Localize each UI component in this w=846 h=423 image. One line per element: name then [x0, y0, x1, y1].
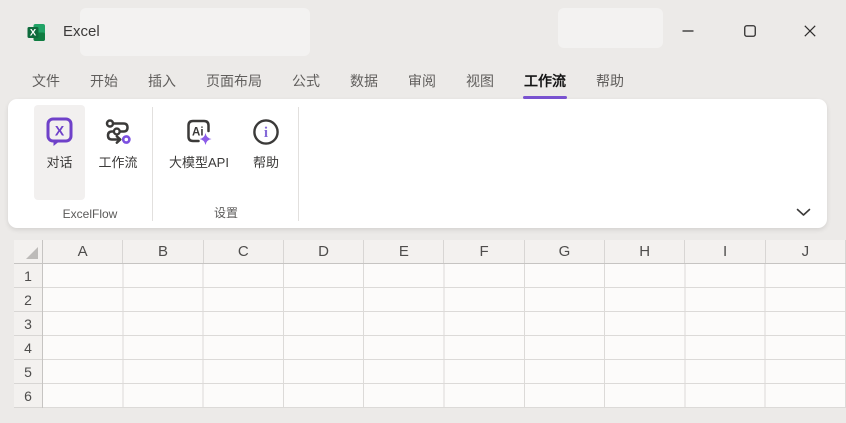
- maximize-icon: [744, 25, 756, 37]
- ribbon-panel: X 对话 工作流: [8, 99, 827, 228]
- maximize-button[interactable]: [727, 6, 773, 56]
- column-header[interactable]: D: [284, 240, 364, 263]
- row-header[interactable]: 1: [14, 264, 42, 288]
- row-header[interactable]: 3: [14, 312, 42, 336]
- chat-button[interactable]: X 对话: [34, 105, 85, 200]
- chat-x-icon: X: [44, 116, 75, 148]
- tab-review[interactable]: 审阅: [393, 62, 451, 99]
- cells-area[interactable]: [43, 264, 846, 408]
- tab-workflow[interactable]: 工作流: [509, 62, 581, 99]
- minimize-button[interactable]: [665, 6, 711, 56]
- excel-logo-icon: X: [27, 23, 46, 42]
- column-header[interactable]: F: [444, 240, 524, 263]
- svg-text:i: i: [264, 125, 268, 141]
- llm-api-button-label: 大模型API: [169, 152, 229, 171]
- titlebar-highlight: [80, 8, 310, 56]
- help-button[interactable]: i 帮助: [241, 105, 291, 200]
- svg-text:Ai: Ai: [192, 126, 204, 138]
- tab-view[interactable]: 视图: [451, 62, 509, 99]
- tab-help[interactable]: 帮助: [581, 62, 639, 99]
- close-button[interactable]: [787, 6, 833, 56]
- row-headers: 1 2 3 4 5 6: [14, 264, 43, 408]
- close-icon: [804, 25, 816, 37]
- select-all-corner[interactable]: [14, 240, 43, 264]
- tab-insert[interactable]: 插入: [133, 62, 191, 99]
- ai-sparkle-icon: Ai: [184, 116, 214, 148]
- collapse-ribbon-button[interactable]: [791, 203, 815, 221]
- workflow-button-label: 工作流: [98, 152, 137, 171]
- column-header[interactable]: A: [43, 240, 123, 263]
- row-header[interactable]: 6: [14, 384, 42, 408]
- row-header[interactable]: 2: [14, 288, 42, 312]
- column-header[interactable]: J: [766, 240, 846, 263]
- minimize-icon: [682, 25, 694, 37]
- group-separator: [298, 107, 299, 221]
- excel-window: X Excel 文件 开始 插入 页面布局 公式 数据 审阅 视图 工作流: [0, 0, 846, 423]
- column-header[interactable]: C: [204, 240, 284, 263]
- select-all-triangle-icon: [25, 246, 40, 261]
- workflow-button[interactable]: 工作流: [89, 105, 147, 200]
- tab-home[interactable]: 开始: [75, 62, 133, 99]
- group-separator: [152, 107, 153, 221]
- llm-api-button[interactable]: Ai 大模型API: [159, 105, 239, 200]
- column-header[interactable]: B: [123, 240, 203, 263]
- chat-button-label: 对话: [46, 152, 72, 171]
- info-circle-icon: i: [252, 116, 280, 148]
- column-header[interactable]: G: [525, 240, 605, 263]
- column-header[interactable]: E: [364, 240, 444, 263]
- titlebar-highlight: [558, 8, 663, 48]
- group-label-settings: 设置: [156, 204, 296, 221]
- help-button-label: 帮助: [253, 152, 279, 171]
- spreadsheet-grid: A B C D E F G H I J 1 2 3 4 5 6: [0, 240, 846, 408]
- column-headers: A B C D E F G H I J: [43, 240, 846, 264]
- chevron-down-icon: [796, 208, 811, 217]
- column-header[interactable]: H: [605, 240, 685, 263]
- tab-formulas[interactable]: 公式: [277, 62, 335, 99]
- workflow-route-icon: [103, 116, 133, 148]
- column-header[interactable]: I: [685, 240, 765, 263]
- tab-file[interactable]: 文件: [17, 62, 75, 99]
- ribbon-tabbar: 文件 开始 插入 页面布局 公式 数据 审阅 视图 工作流 帮助: [17, 62, 639, 99]
- svg-text:X: X: [55, 123, 65, 139]
- svg-text:X: X: [30, 28, 37, 39]
- window-title: Excel: [63, 0, 100, 62]
- group-label-excelflow: ExcelFlow: [30, 207, 150, 221]
- tab-data[interactable]: 数据: [335, 62, 393, 99]
- row-header[interactable]: 5: [14, 360, 42, 384]
- tab-page-layout[interactable]: 页面布局: [191, 62, 277, 99]
- titlebar: X Excel: [0, 0, 846, 62]
- row-header[interactable]: 4: [14, 336, 42, 360]
